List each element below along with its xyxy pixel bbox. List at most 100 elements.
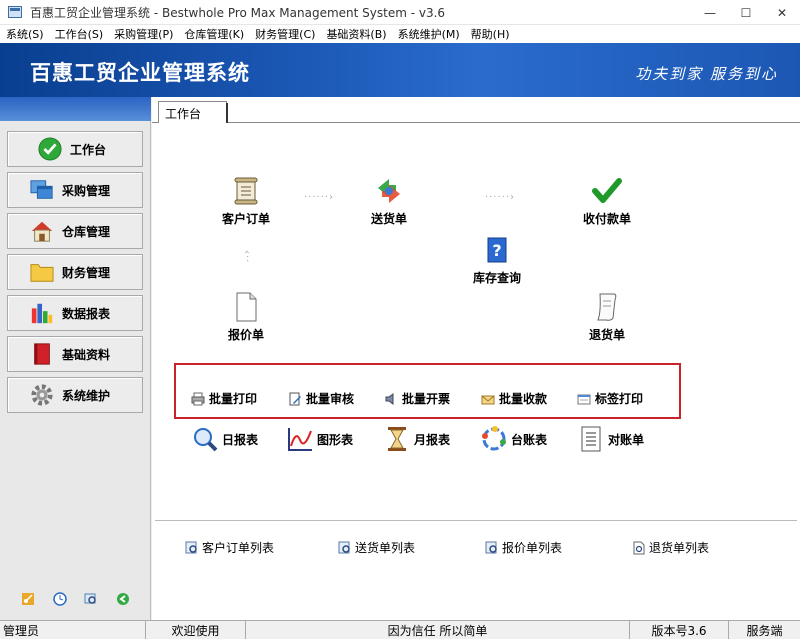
sidebar-item-label: 系统维护: [62, 388, 111, 403]
monthly-report-button[interactable]: 月报表: [384, 426, 450, 452]
sidebar-item-label: 采购管理: [62, 183, 111, 198]
window-title: 百惠工贸企业管理系统 - Bestwhole Pro Max Managemen…: [30, 5, 446, 20]
minimize-button[interactable]: —: [692, 0, 728, 25]
ledger-report-button[interactable]: 台账表: [481, 426, 547, 452]
flow-label: 库存查询: [472, 271, 521, 285]
document-icon: [231, 292, 261, 322]
status-welcome: 欢迎使用: [146, 621, 246, 639]
menu-purchase[interactable]: 采购管理(P): [114, 26, 173, 42]
list-shortcuts-panel: [155, 520, 797, 620]
label-print-button[interactable]: 标签打印: [577, 390, 643, 407]
sidebar-item-label: 基础资料: [62, 347, 111, 362]
list-label: 退货单列表: [649, 541, 710, 555]
flow-connector: ‹··: [241, 250, 252, 264]
menu-maintenance[interactable]: 系统维护(M): [398, 26, 460, 42]
close-button[interactable]: ✕: [764, 0, 800, 25]
menu-help[interactable]: 帮助(H): [471, 26, 510, 42]
batch-label: 批量收款: [499, 392, 548, 406]
batch-receive-button[interactable]: 批量收款: [481, 390, 547, 407]
batch-print-button[interactable]: 批量打印: [191, 390, 257, 407]
list-label: 送货单列表: [355, 541, 416, 555]
customer-order-button[interactable]: 客户订单: [206, 176, 286, 227]
statement-button[interactable]: 对账单: [578, 426, 644, 452]
sidebar-item-workbench[interactable]: 工作台: [7, 131, 143, 167]
flow-label: 送货单: [370, 212, 407, 226]
batch-label: 批量打印: [209, 392, 258, 406]
maximize-button[interactable]: ☐: [728, 0, 764, 25]
check-icon: [38, 137, 62, 161]
sync-arrows-icon: [374, 176, 404, 206]
app-icon: [8, 6, 22, 18]
edit-doc-icon: [288, 392, 302, 406]
tab-workbench[interactable]: 工作台: [158, 101, 227, 123]
quote-list-link[interactable]: 报价单列表: [485, 539, 562, 556]
batch-invoice-button[interactable]: 批量开票: [384, 390, 450, 407]
flow-connector: ······›: [485, 192, 516, 203]
label-icon: [577, 392, 591, 406]
printer-icon: [191, 392, 205, 406]
tab-shadow: [226, 103, 228, 123]
flow-connector: ······›: [304, 192, 335, 203]
speaker-icon: [384, 392, 398, 406]
flow-label: 客户订单: [221, 212, 270, 226]
key-icon[interactable]: [21, 592, 35, 606]
system-name: 百惠工贸企业管理系统: [30, 61, 250, 85]
magnifier-icon: [192, 426, 218, 452]
sidebar-item-warehouse[interactable]: 仓库管理: [7, 213, 143, 249]
graph-report-button[interactable]: 图形表: [287, 426, 353, 452]
batch-label: 标签打印: [595, 392, 644, 406]
sidebar-item-reports[interactable]: 数据报表: [7, 295, 143, 331]
tab-strip-line: [152, 122, 800, 123]
flow-label: 收付款单: [582, 212, 631, 226]
gear-icon: [30, 383, 54, 407]
payment-button[interactable]: 收付款单: [567, 176, 647, 227]
batch-label: 批量开票: [402, 392, 451, 406]
delivery-list-link[interactable]: 送货单列表: [338, 539, 415, 556]
list-search-icon: [185, 541, 199, 555]
sidebar-item-finance[interactable]: 财务管理: [7, 254, 143, 290]
clock-icon[interactable]: [52, 592, 67, 606]
menu-finance[interactable]: 财务管理(C): [255, 26, 315, 42]
help-book-icon: ?: [482, 235, 512, 265]
stock-query-button[interactable]: ? 库存查询: [457, 235, 537, 286]
delivery-button[interactable]: 送货单: [349, 176, 429, 227]
back-icon[interactable]: [116, 592, 130, 606]
batch-audit-button[interactable]: 批量审核: [288, 390, 354, 407]
menu-system[interactable]: 系统(S): [6, 26, 44, 42]
bar-chart-icon: [30, 301, 54, 325]
status-version: 版本号3.6: [630, 621, 729, 639]
book-icon: [30, 342, 54, 366]
sidebar-item-basic-data[interactable]: 基础资料: [7, 336, 143, 372]
report-label: 月报表: [414, 432, 451, 447]
sidebar-item-purchase[interactable]: 采购管理: [7, 172, 143, 208]
list-label: 客户订单列表: [202, 541, 275, 555]
flow-label: 报价单: [227, 328, 264, 342]
daily-report-button[interactable]: 日报表: [192, 426, 258, 452]
sidebar-header-strip: [0, 97, 151, 121]
menu-workbench[interactable]: 工作台(S): [55, 26, 104, 42]
scroll-icon: [231, 176, 261, 206]
line-chart-icon: [287, 426, 313, 452]
sidebar-item-maintenance[interactable]: 系统维护: [7, 377, 143, 413]
flow-label: 退货单: [588, 328, 625, 342]
window-controls: — ☐ ✕: [692, 0, 800, 25]
report-label: 图形表: [317, 432, 354, 447]
list-doc-icon: [578, 426, 604, 452]
return-button[interactable]: 退货单: [567, 292, 647, 343]
menu-basic-data[interactable]: 基础资料(B): [326, 26, 386, 42]
status-bar: 管理员 欢迎使用 因为信任 所以简单 版本号3.6 服务端: [0, 620, 800, 639]
report-label: 台账表: [511, 432, 548, 447]
menu-warehouse[interactable]: 仓库管理(K): [184, 26, 244, 42]
search-icon[interactable]: [84, 592, 98, 606]
list-label: 报价单列表: [502, 541, 563, 555]
customer-order-list-link[interactable]: 客户订单列表: [185, 539, 274, 556]
quote-button[interactable]: 报价单: [206, 292, 286, 343]
status-motto: 因为信任 所以简单: [246, 621, 630, 639]
tab-gap: [159, 122, 226, 123]
menu-bar: 系统(S) 工作台(S) 采购管理(P) 仓库管理(K) 财务管理(C) 基础资…: [0, 25, 800, 43]
batch-label: 批量审核: [306, 392, 355, 406]
return-list-link[interactable]: 退货单列表: [632, 539, 709, 556]
house-icon: [30, 219, 54, 243]
sidebar-item-label: 工作台: [70, 142, 107, 157]
report-label: 对账单: [608, 432, 645, 447]
